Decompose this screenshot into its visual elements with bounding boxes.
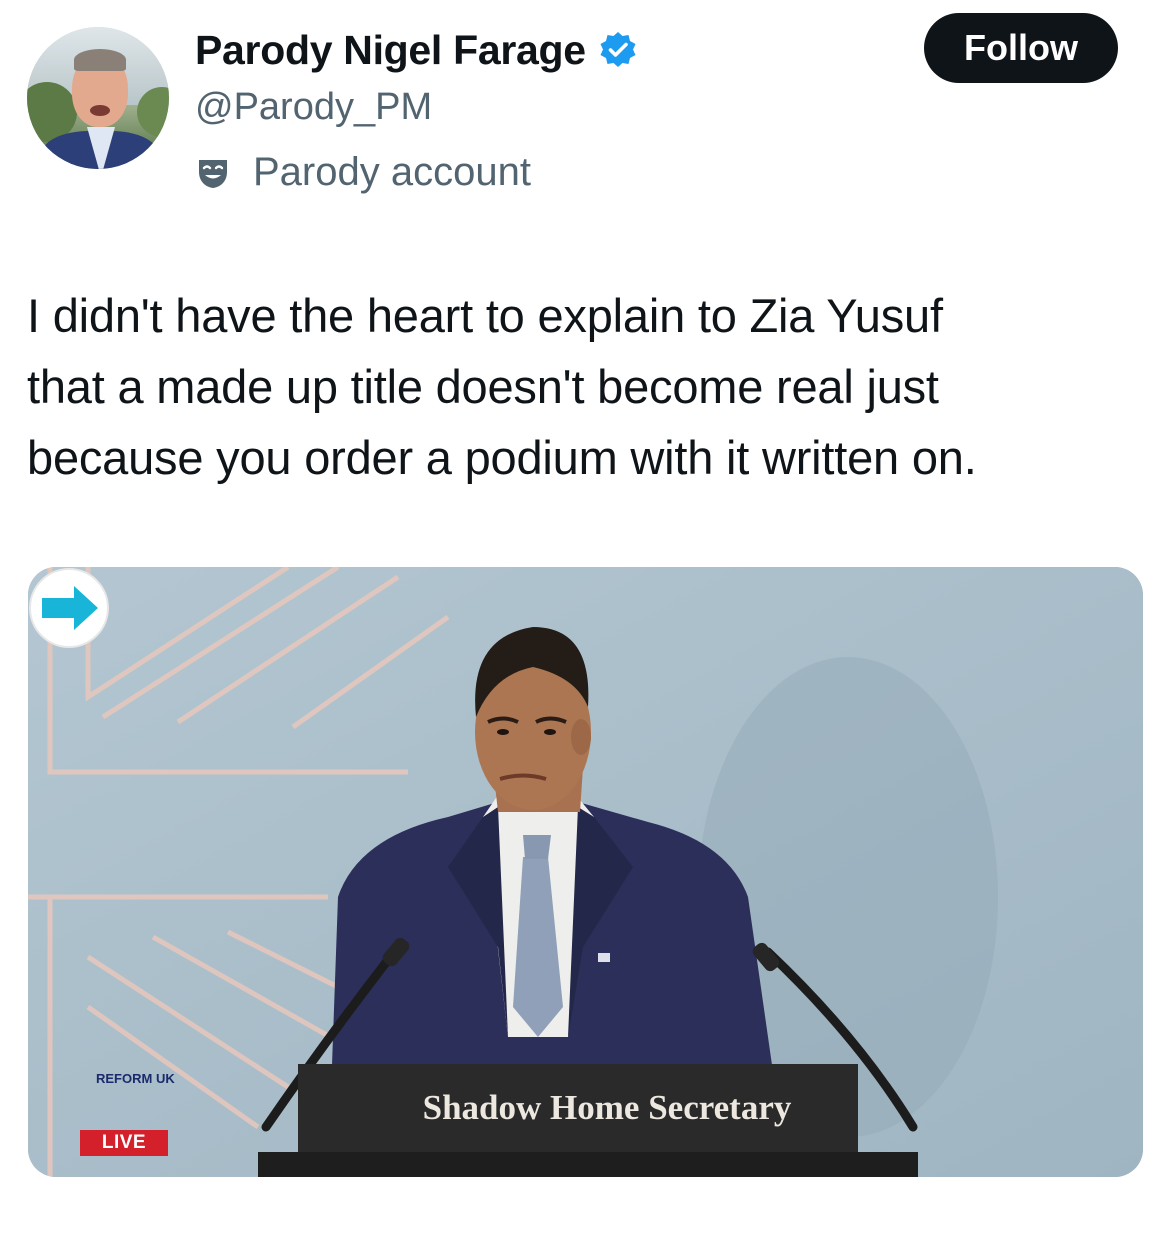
reform-uk-logo-text: REFORM UK <box>96 1071 175 1086</box>
author-display-name[interactable]: Parody Nigel Farage <box>195 27 586 74</box>
reform-uk-logo-icon <box>29 568 109 648</box>
avatar-mouth <box>90 105 110 116</box>
profile-avatar[interactable] <box>27 27 169 169</box>
follow-button[interactable]: Follow <box>924 13 1118 83</box>
avatar-hair <box>74 49 126 71</box>
verified-badge-icon[interactable] <box>598 30 638 70</box>
author-name-row[interactable]: Parody Nigel Farage <box>195 22 638 78</box>
tweet-media-image[interactable]: Shadow Home Secretary REFORM UK LIVE <box>28 567 1143 1177</box>
parody-label-text: Parody account <box>253 150 531 194</box>
parody-mask-icon <box>195 155 231 191</box>
tweet-text: I didn't have the heart to explain to Zi… <box>27 289 977 484</box>
live-badge: LIVE <box>80 1130 168 1156</box>
parody-account-label: Parody account <box>195 150 531 195</box>
author-handle[interactable]: @Parody_PM <box>195 86 432 129</box>
podium-sign-text: Shadow Home Secretary <box>422 1088 792 1127</box>
